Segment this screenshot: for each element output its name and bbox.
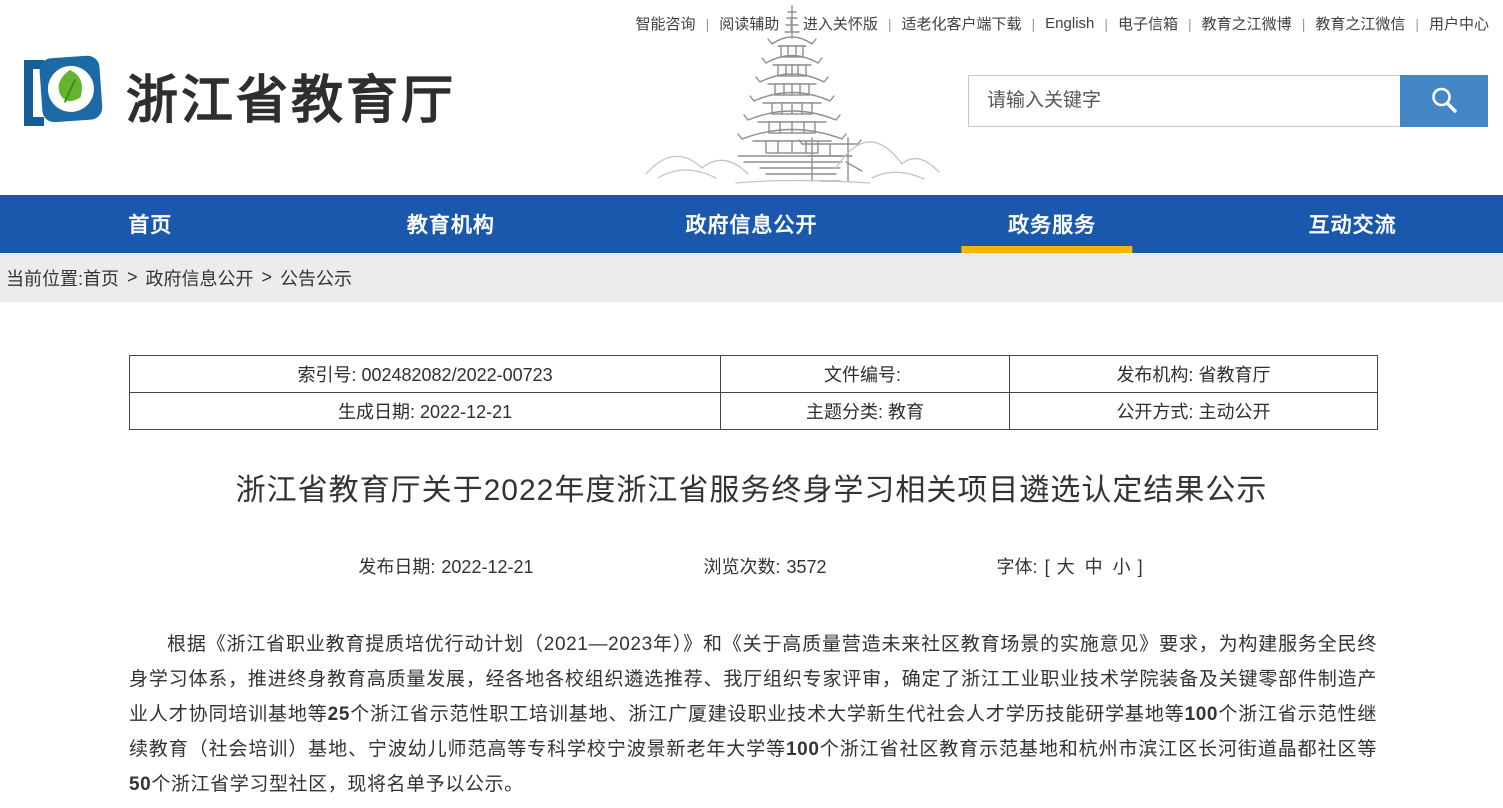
article-body: 根据《浙江省职业教育提质培优行动计划（2021—2023年）》和《关于高质量营造… <box>129 627 1377 802</box>
nav-item-label: 互动交流 <box>1309 209 1397 239</box>
cell-value: 2022-12-21 <box>420 402 512 422</box>
bracket-open: [ <box>1045 557 1050 577</box>
separator: | <box>1032 16 1036 32</box>
cell-publisher: 发布机构:省教育厅 <box>1009 356 1377 393</box>
nav-item-label: 教育机构 <box>407 209 495 239</box>
cell-label: 索引号: <box>297 365 356 385</box>
separator: | <box>888 16 892 32</box>
cell-label: 发布机构: <box>1116 365 1193 385</box>
separator: | <box>1188 16 1192 32</box>
cell-label: 公开方式: <box>1116 402 1193 422</box>
font-size-control: 字体: [ 大中小] <box>997 553 1145 579</box>
view-count-value: 3572 <box>787 557 827 577</box>
separator: | <box>1302 16 1306 32</box>
breadcrumb-prefix: 当前位置: <box>6 265 83 291</box>
publish-date-value: 2022-12-21 <box>441 557 533 577</box>
cell-value: 主动公开 <box>1198 402 1270 422</box>
breadcrumb-separator: > <box>262 267 273 288</box>
body-text: 个浙江省示范性职工培训基地、浙江广厦建设职业技术大学新生代社会人才学历技能研学基… <box>350 704 1185 725</box>
body-number: 100 <box>786 739 820 760</box>
body-number: 25 <box>328 704 350 725</box>
site-search <box>968 75 1488 127</box>
brand[interactable]: 浙江省教育厅 <box>14 50 456 141</box>
topbar: 智能咨询 | 阅读辅助 | 进入关怀版 | 适老化客户端下载 | English… <box>636 13 1489 34</box>
topbar-link-care-version[interactable]: 进入关怀版 <box>803 13 878 34</box>
topbar-link-english[interactable]: English <box>1045 15 1094 32</box>
nav-item-gov-services[interactable]: 政务服务 <box>902 195 1203 253</box>
separator: | <box>789 16 793 32</box>
breadcrumb-gov-info[interactable]: 政府信息公开 <box>146 265 254 291</box>
site-name: 浙江省教育厅 <box>126 58 456 133</box>
nav-item-gov-info-disclosure[interactable]: 政府信息公开 <box>601 195 902 253</box>
logo-book-leaf-icon <box>14 50 106 141</box>
body-text: 个浙江省社区教育示范基地和杭州市滨江区长河街道晶都社区等 <box>820 739 1377 760</box>
view-count: 浏览次数: 3572 <box>703 553 826 579</box>
cell-doc-number: 文件编号: <box>721 356 1010 393</box>
search-input[interactable] <box>968 75 1400 127</box>
font-size-large[interactable]: 大 <box>1057 557 1075 577</box>
table-row: 索引号:002482082/2022-00723 文件编号: 发布机构:省教育厅 <box>130 356 1378 393</box>
active-tab-underline <box>961 246 1132 253</box>
topbar-link-user-center[interactable]: 用户中心 <box>1429 13 1489 34</box>
font-size-label: 字体: <box>997 557 1038 577</box>
nav-item-label: 政务服务 <box>1008 209 1096 239</box>
topbar-link-reading-assist[interactable]: 阅读辅助 <box>719 13 779 34</box>
cell-value: 002482082/2022-00723 <box>361 365 552 385</box>
font-size-medium[interactable]: 中 <box>1085 557 1103 577</box>
main-nav: 首页 教育机构 政府信息公开 政务服务 互动交流 <box>0 195 1503 253</box>
nav-item-label: 政府信息公开 <box>685 209 817 239</box>
topbar-link-smart-consult[interactable]: 智能咨询 <box>636 13 696 34</box>
cell-disclosure-method: 公开方式:主动公开 <box>1009 393 1377 430</box>
body-number: 100 <box>1185 704 1219 725</box>
topbar-link-email[interactable]: 电子信箱 <box>1118 13 1178 34</box>
separator: | <box>706 16 710 32</box>
view-count-label: 浏览次数: <box>703 557 780 577</box>
search-button[interactable] <box>1400 75 1488 127</box>
topbar-link-elder-client-download[interactable]: 适老化客户端下载 <box>902 13 1022 34</box>
separator: | <box>1104 16 1108 32</box>
cell-label: 生成日期: <box>338 402 415 422</box>
publish-date-label: 发布日期: <box>358 557 435 577</box>
cell-label: 主题分类: <box>806 402 883 422</box>
table-row: 生成日期:2022-12-21 主题分类:教育 公开方式:主动公开 <box>130 393 1378 430</box>
page-title: 浙江省教育厅关于2022年度浙江省服务终身学习相关项目遴选认定结果公示 <box>0 465 1503 509</box>
body-number: 50 <box>129 774 151 795</box>
cell-topic-category: 主题分类:教育 <box>721 393 1010 430</box>
cell-created-date: 生成日期:2022-12-21 <box>130 393 721 430</box>
breadcrumb-separator: > <box>127 267 138 288</box>
cell-index-number: 索引号:002482082/2022-00723 <box>130 356 721 393</box>
bracket-close: ] <box>1138 557 1143 577</box>
cell-value: 省教育厅 <box>1198 365 1270 385</box>
font-size-small[interactable]: 小 <box>1113 557 1131 577</box>
breadcrumb: 当前位置:首页 > 政府信息公开 > 公告公示 <box>0 253 1503 302</box>
article-meta: 发布日期: 2022-12-21 浏览次数: 3572 字体: [ 大中小] <box>0 553 1503 579</box>
topbar-link-weibo[interactable]: 教育之江微博 <box>1202 13 1292 34</box>
body-text: 个浙江省学习型社区，现将名单予以公示。 <box>151 774 523 795</box>
cell-label: 文件编号: <box>824 365 901 385</box>
nav-item-home[interactable]: 首页 <box>0 195 301 253</box>
publish-date: 发布日期: 2022-12-21 <box>358 553 533 579</box>
nav-item-label: 首页 <box>128 209 172 239</box>
nav-item-interaction[interactable]: 互动交流 <box>1202 195 1503 253</box>
topbar-link-wechat[interactable]: 教育之江微信 <box>1315 13 1405 34</box>
cell-value: 教育 <box>888 402 924 422</box>
document-info-table: 索引号:002482082/2022-00723 文件编号: 发布机构:省教育厅… <box>129 355 1378 430</box>
separator: | <box>1415 16 1419 32</box>
breadcrumb-home[interactable]: 首页 <box>83 265 119 291</box>
breadcrumb-announcements[interactable]: 公告公示 <box>280 265 352 291</box>
search-icon <box>1429 85 1459 118</box>
nav-item-education-institutions[interactable]: 教育机构 <box>301 195 602 253</box>
